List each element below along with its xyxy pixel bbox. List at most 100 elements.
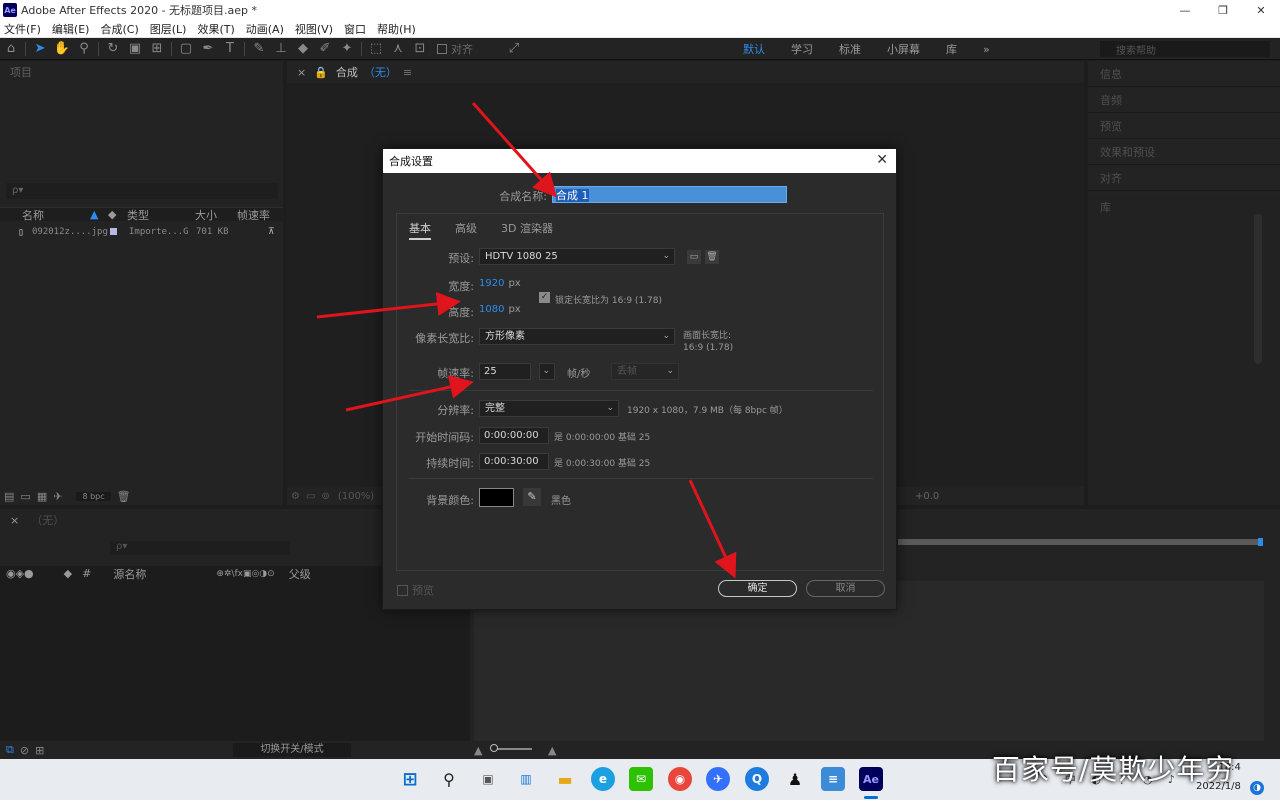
windows-start-icon[interactable]: ⊞ <box>398 767 422 791</box>
mask-icon[interactable]: ⊚ <box>321 491 329 502</box>
timeline-work-area-bar[interactable] <box>898 539 1263 545</box>
puppet-tool-icon[interactable]: ✦ <box>336 40 358 58</box>
column-framerate[interactable]: 帧速率 <box>237 207 270 223</box>
info-panel[interactable]: 信息 <box>1088 61 1280 87</box>
task-view-icon[interactable]: ▣ <box>476 767 500 791</box>
workspace-libraries[interactable]: 库 <box>946 41 957 57</box>
project-panel-title[interactable]: 项目 <box>0 61 283 83</box>
browser-icon[interactable]: Q <box>745 767 769 791</box>
zoom-tool-icon[interactable]: ⚲ <box>73 40 95 58</box>
menu-file[interactable]: 文件(F) <box>4 21 41 37</box>
minimize-button[interactable]: — <box>1166 0 1204 20</box>
preset-select[interactable]: HDTV 1080 25 ⌄ <box>479 248 675 265</box>
close-window-button[interactable]: ✕ <box>1242 0 1280 20</box>
tab-3d-renderer[interactable]: 3D 渲染器 <box>501 220 553 240</box>
save-preset-icon[interactable]: ▭ <box>687 250 701 264</box>
lock-icon[interactable]: 🔒 <box>314 66 328 79</box>
background-color-swatch[interactable] <box>479 488 514 507</box>
work-area-end-handle[interactable] <box>1258 538 1263 546</box>
selection-tool-icon[interactable]: ➤ <box>29 40 51 58</box>
toggle-switches-modes-button[interactable]: 切换开关/模式 <box>233 743 351 757</box>
zoom-in-icon[interactable]: ▲ <box>548 744 556 757</box>
menu-view[interactable]: 视图(V) <box>295 21 333 37</box>
rotate-tool-icon[interactable]: ↻ <box>102 40 124 58</box>
height-value[interactable]: 1080 px <box>479 304 521 315</box>
notification-badge[interactable]: ◑ <box>1250 781 1264 795</box>
zoom-slider-handle[interactable] <box>490 744 498 752</box>
snap-options-icon[interactable]: ⤢ <box>503 40 525 58</box>
fps-dropdown[interactable]: ⌄ <box>539 363 555 380</box>
column-source-name[interactable]: 源名称 <box>113 566 146 582</box>
library-scrollbar[interactable] <box>1254 214 1262 364</box>
widgets-icon[interactable]: ▥ <box>514 767 538 791</box>
workspace-default[interactable]: 默认 <box>743 41 765 57</box>
menu-edit[interactable]: 编辑(E) <box>52 21 90 37</box>
audio-panel[interactable]: 音频 <box>1088 87 1280 113</box>
close-tab-icon[interactable]: × <box>297 66 306 79</box>
cancel-button[interactable]: 取消 <box>806 580 885 597</box>
sort-ascending-icon[interactable]: ▲ <box>90 208 98 221</box>
edge-browser-icon[interactable]: e <box>591 767 615 791</box>
close-tab-icon[interactable]: × <box>10 514 19 527</box>
column-name[interactable]: 名称 <box>22 207 44 223</box>
project-search-input[interactable]: ρ▾ <box>6 183 278 199</box>
workspace-learn[interactable]: 学习 <box>791 41 813 57</box>
eyedropper-icon[interactable]: ✎ <box>523 488 541 506</box>
preview-checkbox[interactable] <box>397 584 408 596</box>
duration-input[interactable]: 0:00:30:00 <box>479 453 549 470</box>
home-icon[interactable]: ⌂ <box>0 40 22 58</box>
new-composition-icon[interactable]: ▦ <box>37 490 47 503</box>
wechat-icon[interactable]: ✉ <box>629 767 653 791</box>
text-tool-icon[interactable]: T <box>219 40 241 58</box>
label-tag-icon[interactable]: ◆ <box>64 567 72 580</box>
align-panel[interactable]: 对齐 <box>1088 165 1280 191</box>
project-item-row[interactable]: ▯ 092012z....jpg Importe...G 701 KB ⊼ <box>0 225 283 239</box>
search-icon[interactable]: ⚲ <box>437 767 461 791</box>
exposure-value[interactable]: +0.0 <box>915 491 939 502</box>
ok-button[interactable]: 确定 <box>718 580 797 597</box>
column-size[interactable]: 大小 <box>195 207 217 223</box>
lock-aspect-checkbox[interactable]: ✓ <box>539 292 550 303</box>
column-hash[interactable]: # <box>82 567 91 580</box>
feishu-icon[interactable]: ✈ <box>706 767 730 791</box>
library-panel-title[interactable]: 库 <box>1088 194 1280 220</box>
tab-advanced[interactable]: 高级 <box>455 220 477 240</box>
help-search-input[interactable]: 搜索帮助 <box>1100 41 1270 57</box>
av-switches-icon[interactable]: ◉◈● <box>6 567 34 580</box>
menu-help[interactable]: 帮助(H) <box>377 21 416 37</box>
eraser-tool-icon[interactable]: ◆ <box>292 40 314 58</box>
axis-world-icon[interactable]: ⋏ <box>387 40 409 58</box>
file-explorer-icon[interactable]: ▬ <box>553 767 577 791</box>
delete-preset-icon[interactable]: 🗑 <box>705 250 719 264</box>
camera-tool-icon[interactable]: ▣ <box>124 40 146 58</box>
menu-composition[interactable]: 合成(C) <box>100 21 138 37</box>
width-value[interactable]: 1920 px <box>479 278 521 289</box>
always-preview-icon[interactable]: ⚙ <box>291 491 300 502</box>
new-folder-icon[interactable]: ▭ <box>20 490 30 503</box>
notepad-icon[interactable]: ≡ <box>821 767 845 791</box>
zoom-level[interactable]: (100%) <box>338 491 374 502</box>
preview-panel[interactable]: 预览 <box>1088 113 1280 139</box>
frame-blend-icon[interactable]: ⊞ <box>35 744 44 757</box>
workspace-standard[interactable]: 标准 <box>839 41 861 57</box>
hand-tool-icon[interactable]: ✋ <box>51 40 73 58</box>
composition-mini-icon[interactable]: ⧉ <box>6 743 14 757</box>
menu-layer[interactable]: 图层(L) <box>150 21 187 37</box>
resolution-select[interactable]: 完整 ⌄ <box>479 400 619 417</box>
chrome-icon[interactable]: ◉ <box>668 767 692 791</box>
column-parent[interactable]: 父级 <box>289 566 311 582</box>
timeline-tab[interactable]: × （无） <box>0 509 64 531</box>
pixel-aspect-select[interactable]: 方形像素 ⌄ <box>479 328 675 345</box>
stamp-tool-icon[interactable]: ⊥ <box>270 40 292 58</box>
axis-view-icon[interactable]: ⊡ <box>409 40 431 58</box>
render-icon[interactable]: ⊘ <box>20 744 29 757</box>
menu-window[interactable]: 窗口 <box>344 21 366 37</box>
zoom-slider[interactable] <box>492 748 532 750</box>
interpret-footage-icon[interactable]: ▤ <box>4 490 14 503</box>
start-timecode-input[interactable]: 0:00:00:00 <box>479 427 549 444</box>
workspace-small-screen[interactable]: 小屏幕 <box>887 41 920 57</box>
comp-name-input[interactable]: 合成 1 <box>552 186 787 203</box>
brush-tool-icon[interactable]: ✎ <box>248 40 270 58</box>
monitor-icon[interactable]: ▭ <box>306 491 315 502</box>
snap-checkbox[interactable] <box>437 43 447 54</box>
